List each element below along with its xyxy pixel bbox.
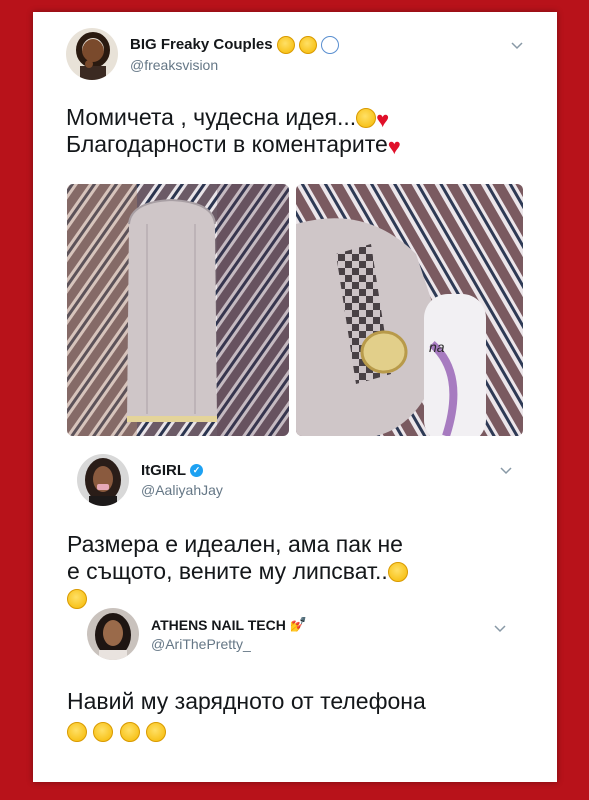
tweet-header-1: BIG Freaky Couples @freaksvision [66, 28, 339, 80]
display-name[interactable]: BIG Freaky Couples [130, 35, 339, 54]
winking-face-icon [67, 722, 87, 742]
chevron-down-icon[interactable] [494, 625, 506, 633]
sock-photo-left[interactable] [67, 184, 289, 436]
handle[interactable]: @AaliyahJay [141, 482, 223, 498]
handle[interactable]: @freaksvision [130, 57, 339, 73]
tweet-text-line: Размера е идеален, ама пак не [67, 531, 403, 557]
tweet-text-3: Навий му зарядното от телефона [67, 688, 547, 745]
tweet-text-1: Момичета , чудесна идея... ♥ Благодарност… [66, 104, 536, 158]
crying-face-icon [67, 589, 87, 609]
sock-photo-right[interactable]: na [296, 184, 523, 436]
display-name-text: ItGIRL [141, 462, 186, 479]
smiling-face-icon [146, 722, 167, 742]
tweet-text-line: Благодарности в коментарите [66, 131, 388, 157]
tweet-text-line: Навий му зарядното от телефона [67, 688, 426, 714]
globe-icon [320, 35, 339, 54]
display-name-text: ATHENS NAIL TECH [151, 616, 286, 633]
tweet-header-2: ItGIRL ✓ @AaliyahJay [77, 454, 223, 506]
tweet-text-line: Момичета , чудесна идея... [66, 104, 357, 130]
avatar[interactable] [66, 28, 118, 80]
smiling-face-icon [298, 35, 317, 54]
svg-text:na: na [429, 339, 445, 355]
smiling-face-icon [119, 722, 140, 742]
tweet-header-3: ATHENS NAIL TECH 💅 @AriThePretty_ [87, 608, 307, 660]
chevron-down-icon[interactable] [511, 42, 523, 50]
tweet-text-line: е същото, вените му липсват.. [67, 558, 388, 584]
heart-icon: ♥ [387, 134, 401, 159]
screenshot-card: BIG Freaky Couples @freaksvision Момичет… [33, 12, 557, 782]
display-name[interactable]: ATHENS NAIL TECH 💅 [151, 616, 307, 633]
smiling-face-icon [93, 722, 114, 742]
woman-portrait-icon [87, 608, 139, 660]
smiling-face-icon [356, 108, 377, 128]
woman-portrait-icon [77, 454, 129, 506]
woman-portrait-icon [66, 28, 118, 80]
drooling-face-icon [276, 35, 295, 54]
display-name-text: BIG Freaky Couples [130, 36, 273, 53]
display-name[interactable]: ItGIRL ✓ [141, 462, 223, 479]
handle[interactable]: @AriThePretty_ [151, 636, 307, 652]
verified-badge-icon: ✓ [190, 464, 203, 477]
nail-polish-icon: 💅 [289, 616, 308, 632]
tweet-text-2: Размера е идеален, ама пак не е същото, … [67, 531, 537, 612]
crying-face-icon [387, 562, 408, 582]
avatar[interactable] [77, 454, 129, 506]
chevron-down-icon[interactable] [500, 467, 512, 475]
heart-icon: ♥ [376, 107, 390, 132]
avatar[interactable] [87, 608, 139, 660]
